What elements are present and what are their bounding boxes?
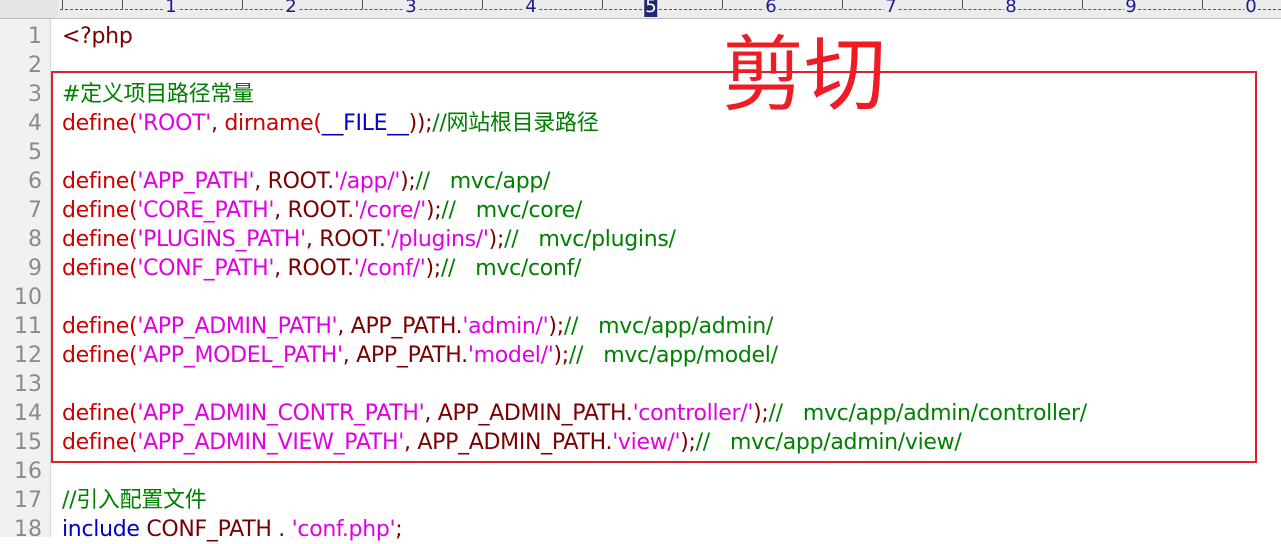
code-token: //引入配置文件 — [62, 488, 207, 513]
ruler-tick — [362, 0, 363, 9]
line-number: 3 — [28, 82, 42, 107]
line-number: 18 — [14, 517, 42, 542]
ruler-number: 3 — [404, 0, 418, 17]
code-token: include — [62, 517, 147, 542]
column-ruler: 1 2 3 4 5 6 7 8 9 0 — [0, 0, 1281, 19]
code-line[interactable]: 1 <?php — [0, 22, 1281, 51]
ruler-number: 1 — [164, 0, 178, 17]
line-number: 9 — [28, 256, 42, 281]
line-number: 12 — [14, 343, 42, 368]
ruler-gutter — [0, 0, 58, 18]
cut-annotation-label: 剪切 — [722, 28, 887, 123]
ruler-number: 8 — [1004, 0, 1018, 17]
line-number: 1 — [28, 24, 42, 49]
code-token: ; — [395, 517, 403, 542]
ruler-tick — [602, 0, 603, 9]
code-token: <?php — [62, 24, 133, 49]
line-number: 8 — [28, 227, 42, 252]
ruler-tick — [962, 0, 963, 9]
code-token: 'conf.php' — [291, 517, 396, 542]
ruler-tick — [1202, 0, 1203, 9]
line-number: 11 — [14, 314, 42, 339]
line-number: 16 — [14, 459, 42, 484]
ruler-tick — [1082, 0, 1083, 9]
line-number: 5 — [28, 140, 42, 165]
ruler-number: 4 — [524, 0, 538, 17]
line-number: 4 — [28, 111, 42, 136]
line-number: 7 — [28, 198, 42, 223]
code-text[interactable]: <?php — [62, 22, 133, 51]
ruler-baseline — [60, 9, 1281, 10]
line-number: 6 — [28, 169, 42, 194]
cut-selection-box — [51, 71, 1257, 463]
line-number: 14 — [14, 401, 42, 426]
code-text[interactable]: //引入配置文件 — [62, 486, 207, 515]
ruler-tick — [842, 0, 843, 9]
code-line[interactable]: 18 include CONF_PATH . 'conf.php'; — [0, 515, 1281, 544]
ruler-tick — [722, 0, 723, 9]
ruler-number: 9 — [1124, 0, 1138, 17]
ruler-number: 5 — [644, 0, 658, 17]
code-token: CONF_PATH . — [146, 517, 292, 542]
line-number: 15 — [14, 430, 42, 455]
ruler-number: 7 — [884, 0, 898, 17]
code-text[interactable]: include CONF_PATH . 'conf.php'; — [62, 515, 403, 544]
line-number: 2 — [28, 53, 42, 78]
line-number: 13 — [14, 372, 42, 397]
line-number: 10 — [14, 285, 42, 310]
ruler-tick — [122, 0, 123, 9]
ruler-tick — [62, 0, 63, 9]
ruler-number: 6 — [764, 0, 778, 17]
ruler-number: 0 — [1244, 0, 1258, 17]
ruler-tick — [482, 0, 483, 9]
line-number: 17 — [14, 488, 42, 513]
code-line[interactable]: 17 //引入配置文件 — [0, 486, 1281, 515]
ruler-tick — [242, 0, 243, 9]
ruler-number: 2 — [284, 0, 298, 17]
